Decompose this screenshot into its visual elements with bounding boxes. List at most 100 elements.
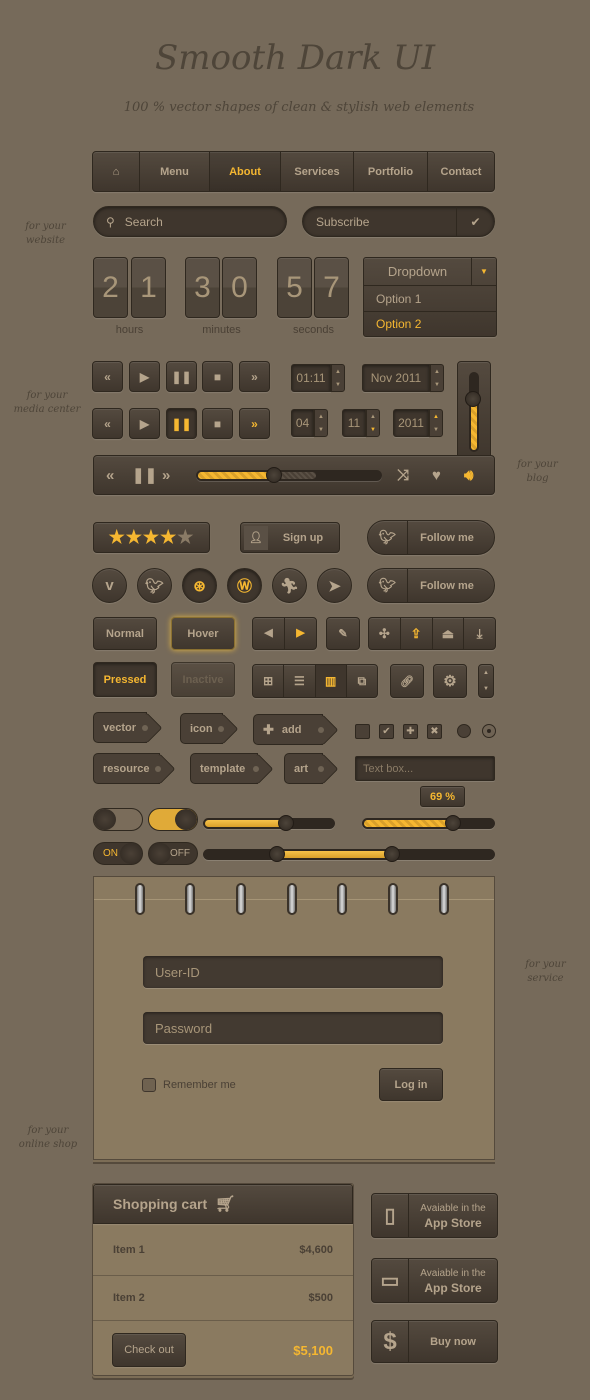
down-icon[interactable]: ▼ — [335, 382, 341, 388]
password-input[interactable]: Password — [143, 1012, 443, 1044]
day-spinner[interactable]: 04 ▲ ▼ — [291, 409, 328, 437]
list-view-icon[interactable]: ☰ — [284, 665, 316, 697]
toggle-off[interactable] — [93, 808, 143, 831]
up-icon[interactable]: ▲ — [318, 414, 324, 420]
play-button[interactable]: ▶ — [129, 361, 160, 392]
rewind-icon[interactable]: « — [106, 467, 114, 484]
runner-button[interactable]: 🏃︎ — [272, 568, 307, 603]
radio-unchecked[interactable] — [457, 724, 471, 738]
collapse-icon[interactable]: ✣ — [369, 618, 401, 649]
slider-1[interactable] — [203, 815, 335, 831]
edit-button[interactable]: ✎ — [326, 617, 360, 650]
slider-2[interactable] — [362, 815, 495, 831]
download-tray-icon[interactable]: ⤓ — [464, 618, 495, 649]
signup-button[interactable]: 👤︎ Sign up — [240, 522, 340, 553]
search-input[interactable]: ⚲ Search — [93, 206, 287, 237]
checkbox-plus[interactable]: ✚ — [403, 724, 418, 739]
nav-portfolio[interactable]: Portfolio — [354, 152, 428, 191]
star-icon[interactable]: ★ — [109, 527, 126, 548]
volume-icon[interactable]: 🔊︎ — [464, 467, 473, 484]
slider-1-knob[interactable] — [277, 815, 294, 831]
up-icon[interactable]: ▲ — [370, 414, 376, 420]
text-box[interactable]: Text box... — [355, 756, 495, 781]
play-button-2[interactable]: ▶ — [129, 408, 160, 439]
pressed-button[interactable]: Pressed — [93, 662, 157, 697]
login-button[interactable]: Log in — [379, 1068, 443, 1101]
user-id-input[interactable]: User-ID — [143, 956, 443, 988]
volume-knob[interactable] — [465, 390, 481, 407]
follow-me-button[interactable]: 🐦︎ Follow me — [367, 520, 495, 555]
shuffle-icon[interactable]: ⤨ — [397, 467, 409, 484]
share-icon[interactable]: ⇪ — [401, 618, 433, 649]
stop-button-2[interactable]: ■ — [202, 408, 233, 439]
dropdown[interactable]: Dropdown ▼ Option 1 Option 2 — [363, 257, 497, 337]
checkbox-unchecked[interactable] — [355, 724, 370, 739]
subscribe-input[interactable]: Subscribe ✔ — [302, 206, 495, 237]
vimeo-button[interactable]: v — [92, 568, 127, 603]
pause-icon[interactable]: ❚❚ — [132, 466, 157, 484]
heart-icon[interactable]: ♥ — [432, 467, 441, 484]
forward-button[interactable]: » — [239, 361, 270, 392]
tag-template[interactable]: template — [190, 753, 259, 784]
star-rating[interactable]: ★ ★ ★ ★ ★ — [93, 522, 210, 553]
upload-tray-icon[interactable]: ⏏ — [433, 618, 465, 649]
subscribe-check-button[interactable]: ✔ — [456, 207, 494, 236]
down-icon[interactable]: ▼ — [434, 382, 440, 388]
filmstrip-view-icon[interactable]: ▥ — [315, 665, 347, 697]
off-switch[interactable]: OFF — [148, 842, 198, 865]
radio-checked[interactable] — [482, 724, 496, 738]
up-icon[interactable]: ▲ — [483, 670, 489, 676]
toggle-on[interactable] — [148, 808, 198, 831]
app-store-button-2[interactable]: ▭ Avaiable in the App Store — [371, 1258, 498, 1303]
tag-art[interactable]: art — [284, 753, 324, 784]
settings-button[interactable]: ⚙ — [433, 664, 467, 698]
up-icon[interactable]: ▲ — [335, 369, 341, 375]
up-icon[interactable]: ▲ — [434, 369, 440, 375]
normal-button[interactable]: Normal — [93, 617, 157, 650]
slider-2-knob[interactable] — [445, 815, 461, 831]
nav-menu[interactable]: Menu — [140, 152, 210, 191]
down-icon[interactable]: ▼ — [483, 686, 489, 692]
rewind-button[interactable]: « — [92, 361, 123, 392]
chevron-down-icon[interactable]: ▼ — [471, 257, 496, 285]
link-button[interactable]: 🔗︎ — [390, 664, 424, 698]
dropdown-option-1[interactable]: Option 1 — [364, 286, 496, 312]
checkout-button[interactable]: Check out — [112, 1333, 186, 1367]
tag-icon[interactable]: icon — [180, 713, 224, 744]
app-store-button[interactable]: ▯ Avaiable in the App Store — [371, 1193, 498, 1238]
checkbox-checked[interactable]: ✔ — [379, 724, 394, 739]
pause-button-active[interactable]: ❚❚ — [166, 408, 197, 439]
down-icon[interactable]: ▼ — [370, 427, 376, 433]
follow-me-button-2[interactable]: 🐦︎ Follow me — [367, 568, 495, 603]
time-spinner[interactable]: 01:11 ▲ ▼ — [291, 364, 345, 392]
year-spinner[interactable]: 2011 ▲ ▼ — [393, 409, 443, 437]
inactive-button[interactable]: Inactive — [171, 662, 235, 697]
nav-home[interactable]: ⌂ — [93, 152, 140, 191]
pause-button[interactable]: ❚❚ — [166, 361, 197, 392]
prev-icon[interactable]: ◀ — [253, 618, 285, 649]
nav-services[interactable]: Services — [281, 152, 354, 191]
volume-slider[interactable] — [465, 372, 481, 452]
month-year-spinner[interactable]: Nov 2011 ▲ ▼ — [362, 364, 444, 392]
mini-spinner[interactable]: ▲ ▼ — [478, 664, 494, 698]
forward-button-active[interactable]: » — [239, 408, 270, 439]
star-icon[interactable]: ★ — [177, 527, 194, 548]
month-spinner[interactable]: 11 ▲ ▼ — [342, 409, 380, 437]
range-max-knob[interactable] — [384, 846, 401, 862]
star-icon[interactable]: ★ — [143, 527, 160, 548]
dropdown-option-2[interactable]: Option 2 — [364, 312, 496, 337]
range-min-knob[interactable] — [269, 846, 285, 862]
on-switch[interactable]: ON — [93, 842, 143, 865]
stop-button[interactable]: ■ — [202, 361, 233, 392]
paper-plane-button[interactable]: ➤ — [317, 568, 352, 603]
star-icon[interactable]: ★ — [126, 527, 143, 548]
seek-bar[interactable] — [196, 467, 382, 483]
forward-icon[interactable]: » — [162, 467, 170, 484]
wordpress-button[interactable]: Ⓦ — [227, 568, 262, 603]
remember-checkbox[interactable] — [142, 1078, 156, 1092]
checkbox-cross[interactable]: ✖ — [427, 724, 442, 739]
tag-add[interactable]: ✚ add — [253, 714, 324, 745]
seek-knob[interactable] — [266, 467, 283, 483]
buy-now-button[interactable]: $ Buy now — [371, 1320, 498, 1363]
up-icon[interactable]: ▲ — [433, 414, 439, 420]
